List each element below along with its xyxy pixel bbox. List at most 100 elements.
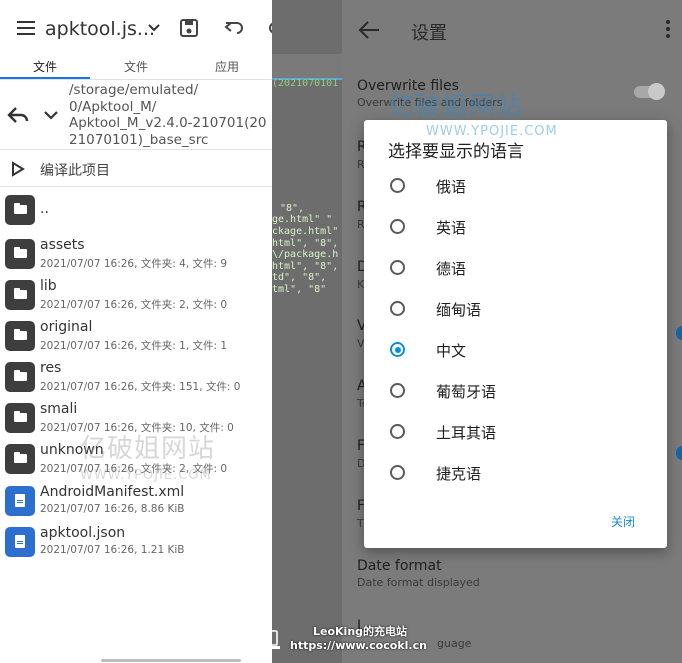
save-icon[interactable] — [177, 16, 201, 40]
file-name: unknown — [40, 442, 104, 458]
folder-icon — [5, 321, 35, 351]
language-label: 俄语 — [436, 178, 467, 196]
document-icon — [5, 486, 35, 516]
credit-line-2: https://www.cocokl.cn — [290, 639, 427, 652]
file-name: original — [40, 319, 93, 335]
folder-icon — [5, 362, 35, 392]
setting-title[interactable]: Overwrite files — [357, 78, 459, 94]
file-browser-pane: apktool.js... 文件 文件 应用 /storage/emulated… — [0, 0, 272, 663]
language-label: 葡萄牙语 — [436, 383, 497, 401]
settings-header: 设置 — [342, 0, 682, 60]
code-line: td", "8", — [272, 272, 327, 283]
language-option-chinese[interactable]: 中文 — [364, 330, 667, 371]
close-button[interactable]: 关闭 — [611, 513, 635, 530]
file-meta: 2021/07/07 16:26, 文件夹: 2, 文件: 0 — [40, 463, 228, 475]
settings-title: 设置 — [411, 23, 447, 44]
code-line: ge.html" " — [272, 214, 333, 225]
file-meta: 2021/07/07 16:26, 8.86 KiB — [40, 503, 185, 515]
file-name: smali — [40, 401, 78, 417]
language-label: 中文 — [436, 342, 467, 360]
code-line: html", "8", — [272, 238, 339, 249]
file-row-lib[interactable]: lib 2021/07/07 16:26, 文件夹: 2, 文件: 0 — [0, 274, 272, 315]
language-label: 捷克语 — [436, 465, 482, 483]
path-line: /storage/emulated/ — [69, 82, 199, 98]
file-row-apktool-json[interactable]: apktool.json 2021/07/07 16:26, 1.21 KiB — [0, 521, 272, 562]
radio-button[interactable] — [390, 178, 405, 193]
language-dialog: 选择要显示的语言 俄语 英语 德语 缅甸语 中文 葡萄牙语 土耳其语 捷克语 关… — [364, 120, 667, 548]
radio-button[interactable] — [390, 424, 405, 439]
language-option-russian[interactable]: 俄语 — [364, 166, 667, 207]
file-name: assets — [40, 237, 85, 253]
code-line: ckage.html" — [272, 226, 339, 237]
language-option-czech[interactable]: 捷克语 — [364, 453, 667, 494]
code-editor-background: (2021070101 "8", ge.html" " ckage.html" … — [272, 0, 342, 663]
file-meta: 2021/07/07 16:26, 1.21 KiB — [40, 544, 185, 556]
file-meta: 2021/07/07 16:26, 文件夹: 151, 文件: 0 — [40, 381, 241, 393]
dialog-title: 选择要显示的语言 — [388, 142, 524, 162]
file-name: res — [40, 360, 62, 376]
file-name: lib — [40, 278, 57, 294]
compile-divider — [0, 186, 272, 187]
toggle-edge[interactable] — [676, 326, 682, 340]
parent-directory-row[interactable]: .. — [0, 189, 272, 230]
arrow-back-icon[interactable] — [358, 20, 380, 40]
undo-icon[interactable] — [222, 16, 246, 40]
radio-button[interactable] — [390, 260, 405, 275]
home-indicator — [101, 659, 241, 662]
language-option-english[interactable]: 英语 — [364, 207, 667, 248]
play-icon — [12, 161, 25, 177]
file-row-original[interactable]: original 2021/07/07 16:26, 文件夹: 1, 文件: 1 — [0, 315, 272, 356]
path-chevron-down-icon[interactable] — [43, 108, 59, 122]
code-line: html", "8", — [272, 261, 339, 272]
file-meta: 2021/07/07 16:26, 文件夹: 2, 文件: 0 — [40, 299, 228, 311]
file-name: AndroidManifest.xml — [40, 484, 185, 500]
radio-button-selected[interactable] — [390, 342, 405, 357]
language-label: 英语 — [436, 219, 467, 237]
setting-title[interactable]: Date format — [357, 558, 442, 574]
code-line: \/package.h — [272, 249, 339, 260]
menu-icon[interactable] — [17, 21, 35, 35]
folder-icon — [5, 239, 35, 269]
radio-button[interactable] — [390, 465, 405, 480]
radio-button[interactable] — [390, 383, 405, 398]
language-label: 土耳其语 — [436, 424, 497, 442]
compile-project-button[interactable]: 编译此项目 — [0, 153, 272, 185]
code-line: "8", — [280, 203, 305, 214]
tab-files-2[interactable]: 文件 — [91, 58, 181, 75]
language-label: 缅甸语 — [436, 301, 482, 319]
back-arrow-icon[interactable] — [6, 103, 30, 127]
setting-subtitle: guage — [437, 637, 472, 650]
folder-icon — [5, 444, 35, 474]
path-line: 0/Apktool_M/ — [69, 98, 157, 115]
language-option-portuguese[interactable]: 葡萄牙语 — [364, 371, 667, 412]
chevron-down-icon[interactable] — [148, 22, 160, 34]
language-option-german[interactable]: 德语 — [364, 248, 667, 289]
radio-button[interactable] — [390, 301, 405, 316]
file-row-smali[interactable]: smali 2021/07/07 16:26, 文件夹: 10, 文件: 0 — [0, 397, 272, 438]
top-app-bar: apktool.js... — [0, 0, 272, 56]
tab-files-1[interactable]: 文件 — [0, 58, 90, 75]
overwrite-toggle-thumb[interactable] — [648, 83, 665, 100]
toggle-edge[interactable] — [676, 446, 682, 460]
app-title[interactable]: apktool.js... — [45, 18, 155, 40]
folder-icon — [5, 403, 35, 433]
file-row-assets[interactable]: assets 2021/07/07 16:26, 文件夹: 4, 文件: 9 — [0, 233, 272, 274]
document-icon — [5, 527, 35, 557]
language-option-burmese[interactable]: 缅甸语 — [364, 289, 667, 330]
code-line: (2021070101 — [272, 78, 339, 89]
language-option-turkish[interactable]: 土耳其语 — [364, 412, 667, 453]
setting-subtitle: Overwrite files and folders — [357, 96, 503, 109]
file-meta: 2021/07/07 16:26, 文件夹: 4, 文件: 9 — [40, 258, 228, 270]
file-name: .. — [40, 201, 49, 217]
more-vert-icon[interactable] — [666, 20, 670, 40]
file-row-androidmanifest[interactable]: AndroidManifest.xml 2021/07/07 16:26, 8.… — [0, 480, 272, 521]
editor-toolbar — [272, 54, 342, 80]
tab-apps[interactable]: 应用 — [182, 58, 272, 75]
file-row-unknown[interactable]: unknown 2021/07/07 16:26, 文件夹: 2, 文件: 0 — [0, 438, 272, 479]
path-divider — [0, 149, 272, 150]
file-name: apktool.json — [40, 525, 126, 541]
file-row-res[interactable]: res 2021/07/07 16:26, 文件夹: 151, 文件: 0 — [0, 356, 272, 397]
folder-icon — [5, 280, 35, 310]
compile-label: 编译此项目 — [40, 163, 110, 179]
radio-button[interactable] — [390, 219, 405, 234]
